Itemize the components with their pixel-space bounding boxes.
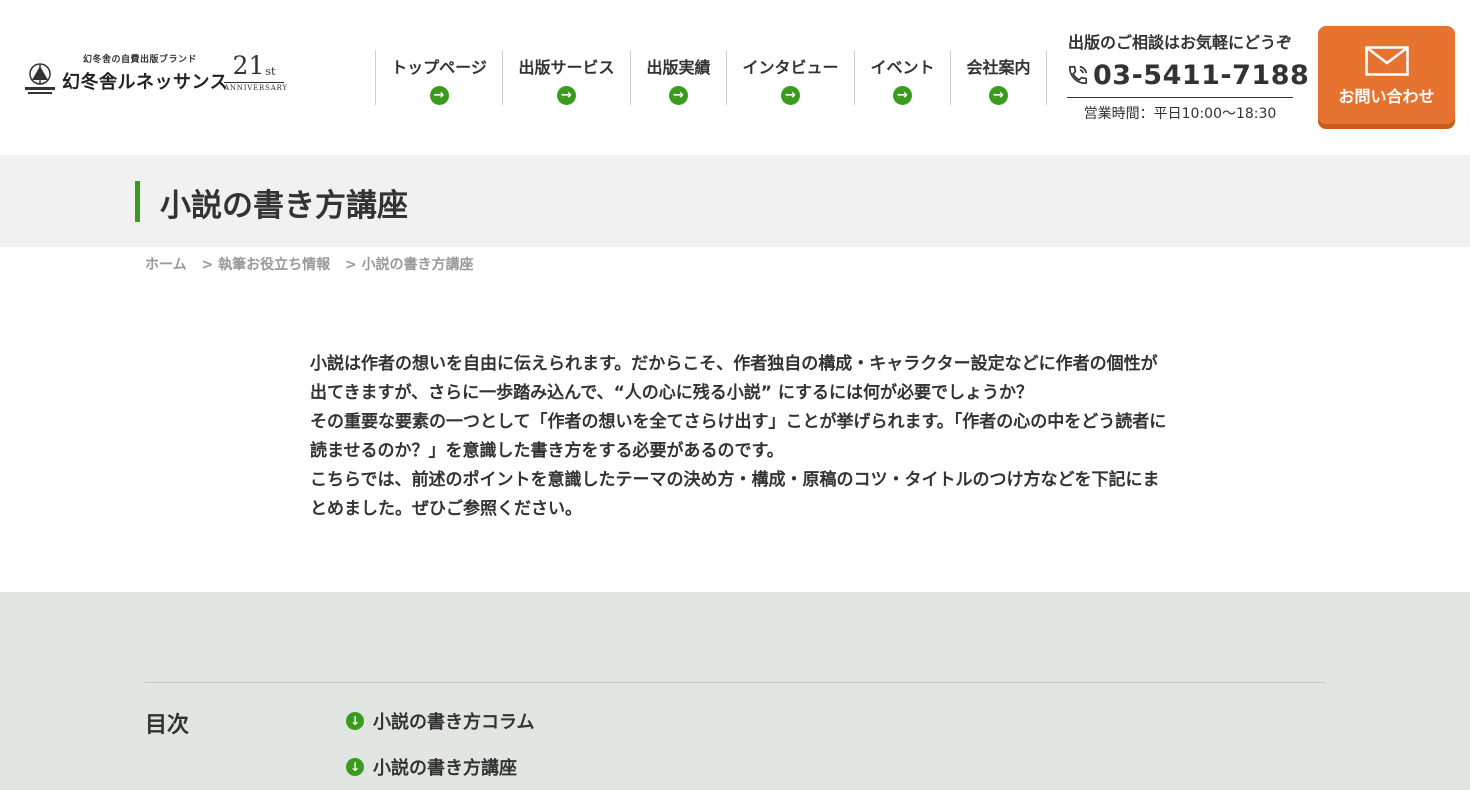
anniversary-word: ANNIVERSARY	[224, 82, 288, 92]
toc-heading: 目次	[145, 713, 190, 738]
site-logo[interactable]: 幻冬舎の自費出版ブランド 幻冬舎ルネッサンス 21st ANNIVERSARY	[22, 51, 288, 98]
arrow-right-circle-icon: →	[557, 86, 576, 105]
page-title: 小説の書き方講座	[160, 188, 408, 224]
nav-item-publishing-service[interactable]: 出版サービス →	[503, 50, 631, 105]
breadcrumb-home[interactable]: ホーム	[145, 257, 187, 273]
anniversary-number: 21	[232, 51, 265, 80]
logo-emblem-icon	[25, 63, 55, 94]
arrow-right-circle-icon: →	[989, 86, 1008, 105]
breadcrumb: ホーム > 執筆お役立ち情報 > 小説の書き方講座	[145, 254, 484, 274]
breadcrumb-writing-tips[interactable]: > 執筆お役立ち情報	[201, 257, 330, 273]
nav-item-label: 出版サービス	[518, 58, 615, 77]
mail-icon	[1364, 46, 1409, 76]
toc-item-column[interactable]: ↓ 小説の書き方コラム	[346, 708, 534, 734]
logo-tagline: 幻冬舎の自費出版ブランド	[83, 55, 198, 65]
arrow-right-circle-icon: →	[893, 86, 912, 105]
nav-item-label: インタビュー	[742, 58, 839, 77]
phone-icon	[1068, 65, 1088, 85]
intro-paragraph: 小説は作者の想いを自由に伝えられます。だからこそ、作者独自の構成・キャラクター設…	[310, 354, 1158, 403]
breadcrumb-current: > 小説の書き方講座	[344, 257, 474, 273]
intro-paragraph: その重要な要素の一つとして「作者の想いを全てさらけ出す」ことが挙げられます。「作…	[310, 412, 1167, 461]
anniversary-suffix: st	[265, 65, 276, 78]
toc-divider	[145, 682, 1325, 683]
phone-number-link[interactable]: 03-5411-7188	[1067, 60, 1309, 91]
logo-brand-name: 幻冬舎ルネッサンス	[62, 72, 229, 93]
nav-item-publishing-results[interactable]: 出版実績 →	[631, 50, 727, 105]
arrow-down-circle-icon: ↓	[346, 712, 364, 730]
toc-item-label: 小説の書き方コラム	[373, 712, 535, 733]
arrow-right-circle-icon: →	[429, 86, 449, 105]
table-of-contents: 目次 ↓ 小説の書き方コラム ↓ 小説の書き方講座	[0, 592, 1470, 790]
nav-item-label: イベント	[870, 58, 935, 77]
contact-divider	[1067, 97, 1293, 98]
toc-item-label: 小説の書き方講座	[373, 758, 517, 779]
intro-paragraph: こちらでは、前述のポイントを意識したテーマの決め方・構成・原稿のコツ・タイトルの…	[310, 470, 1160, 519]
arrow-right-circle-icon: →	[669, 86, 688, 105]
arrow-down-circle-icon: ↓	[346, 758, 364, 776]
intro-text: 小説は作者の想いを自由に伝えられます。だからこそ、作者独自の構成・キャラクター設…	[310, 350, 1170, 524]
toc-item-course[interactable]: ↓ 小説の書き方講座	[346, 754, 517, 780]
anniversary-mark: 21st ANNIVERSARY	[224, 51, 288, 98]
phone-number: 03-5411-7188	[1093, 60, 1310, 91]
nav-item-event[interactable]: イベント →	[855, 50, 951, 105]
global-nav: トップページ → 出版サービス → 出版実績 → インタビュー → イベント →…	[375, 50, 1047, 105]
page-title-bar: 小説の書き方講座	[0, 155, 1470, 247]
nav-item-label: トップページ	[391, 58, 487, 77]
business-hours: 営業時間：平日10:00〜18:30	[1083, 106, 1277, 122]
contact-lead: 出版のご相談はお気軽にどうぞ	[1067, 33, 1292, 52]
inquiry-button-label: お問い合わせ	[1338, 87, 1435, 106]
nav-item-label: 出版実績	[646, 58, 711, 77]
nav-item-top-page[interactable]: トップページ →	[376, 50, 503, 105]
nav-item-label: 会社案内	[966, 58, 1031, 77]
contact-info: 出版のご相談はお気軽にどうぞ 03-5411-7188 営業時間：平日10:00…	[1067, 29, 1309, 123]
title-accent-bar	[135, 181, 140, 222]
inquiry-button[interactable]: お問い合わせ	[1318, 26, 1455, 124]
nav-item-company[interactable]: 会社案内 →	[951, 50, 1047, 105]
arrow-right-circle-icon: →	[781, 86, 800, 105]
site-header: 幻冬舎の自費出版ブランド 幻冬舎ルネッサンス 21st ANNIVERSARY …	[0, 0, 1470, 155]
nav-item-interview[interactable]: インタビュー →	[727, 50, 855, 105]
